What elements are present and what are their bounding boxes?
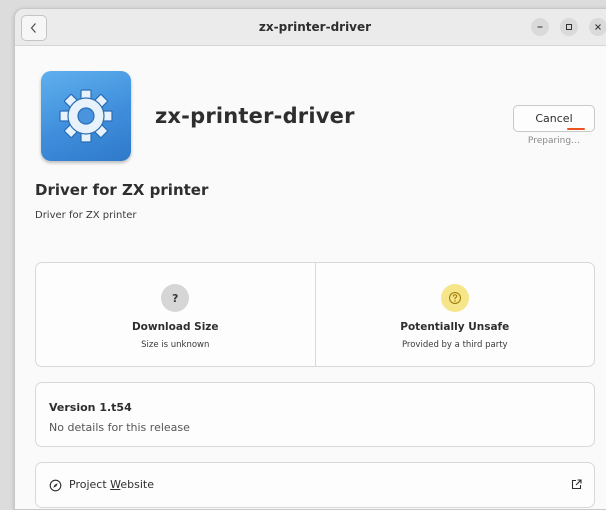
project-website-link[interactable]: Project Website: [69, 478, 154, 491]
close-icon: [595, 24, 601, 30]
app-window: zx-printer-driver zx-printer-driver Canc…: [14, 8, 606, 510]
link-mnemonic: W: [110, 478, 121, 491]
version-details: No details for this release: [49, 421, 190, 434]
app-name: zx-printer-driver: [155, 104, 355, 128]
question-icon: ?: [161, 284, 190, 312]
app-icon: [41, 71, 131, 161]
context-tiles: ? Download Size Size is unknown Potentia…: [35, 262, 595, 367]
window-title: zx-printer-driver: [258, 20, 372, 34]
title-bar: zx-printer-driver: [15, 9, 606, 46]
project-website-row[interactable]: Project Website: [35, 462, 595, 508]
tile-title: Potentially Unsafe: [400, 321, 510, 333]
install-progress-bar: [567, 128, 585, 130]
install-status: Preparing…: [527, 136, 581, 146]
link-text: ebsite: [120, 478, 154, 491]
minimize-icon: [537, 26, 543, 28]
external-link-icon: [571, 479, 582, 490]
version-card: Version 1.t54 No details for this releas…: [35, 382, 595, 447]
compass-icon: [49, 479, 62, 492]
app-summary: Driver for ZX printer: [35, 181, 209, 199]
tile-title: Download Size: [131, 321, 219, 333]
link-text: Project: [69, 478, 111, 491]
tile-subtitle: Size is unknown: [141, 340, 210, 350]
back-button[interactable]: [21, 15, 47, 41]
gear-icon: [59, 89, 113, 143]
download-size-tile[interactable]: ? Download Size Size is unknown: [36, 263, 315, 366]
tile-subtitle: Provided by a third party: [401, 340, 508, 350]
safety-tile[interactable]: Potentially Unsafe Provided by a third p…: [314, 263, 595, 366]
minimize-button[interactable]: [531, 18, 549, 36]
version-title: Version 1.t54: [49, 401, 132, 414]
app-description: Driver for ZX printer: [35, 210, 137, 221]
maximize-button[interactable]: [560, 18, 578, 36]
chevron-left-icon: [30, 23, 36, 33]
maximize-icon: [566, 24, 572, 30]
close-button[interactable]: [589, 18, 606, 36]
warning-icon: [440, 284, 469, 312]
